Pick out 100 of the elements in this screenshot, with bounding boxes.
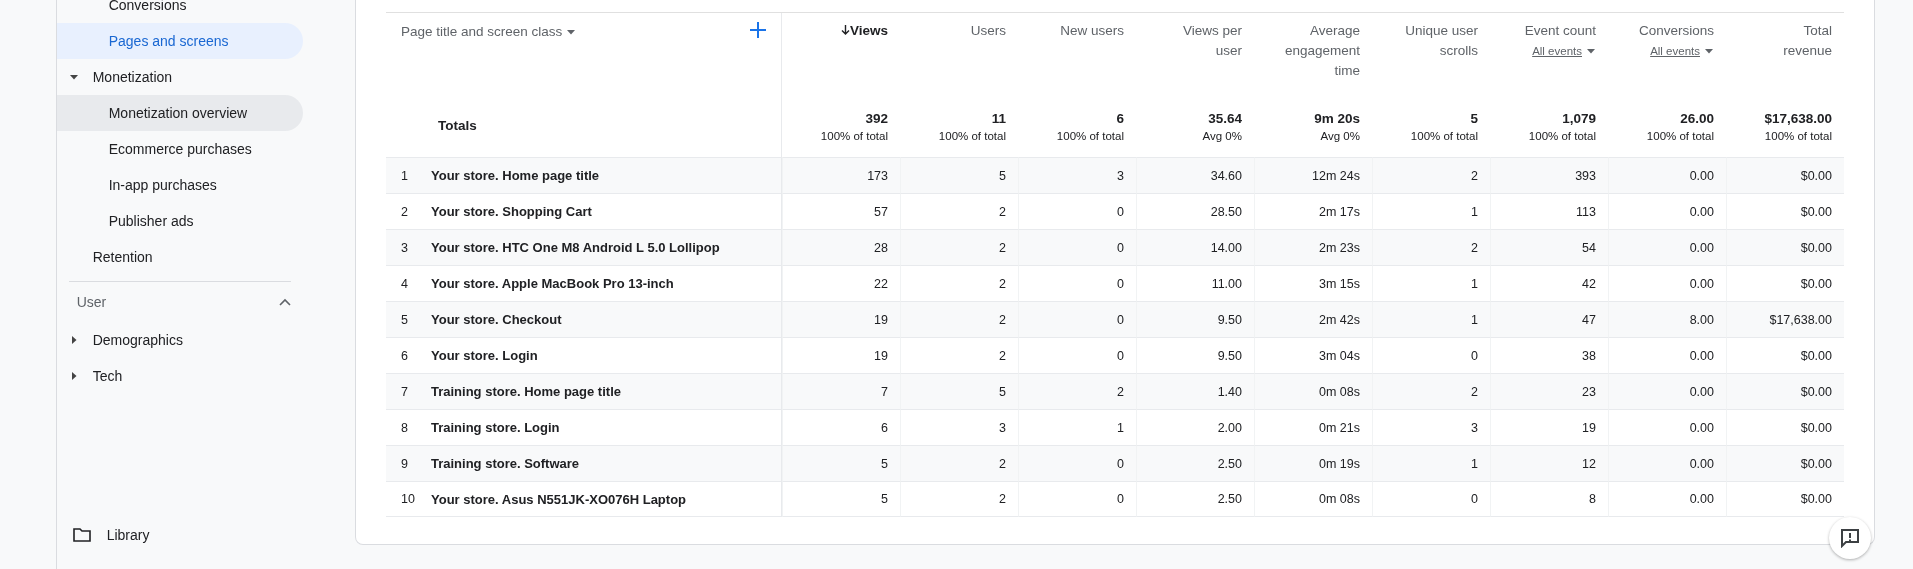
table-cell: 19 — [782, 301, 900, 337]
total-value: $17,638.00 — [1764, 110, 1832, 128]
nav-item[interactable]: In-app purchases — [56, 167, 303, 203]
nav-item[interactable]: Pages and screens — [56, 23, 303, 59]
table-cell: 23 — [1490, 373, 1608, 409]
table-cell: 5 — [782, 481, 900, 517]
table-cell: $0.00 — [1726, 373, 1844, 409]
table-cell: 0 — [1372, 481, 1490, 517]
row-number: 5 — [386, 301, 431, 337]
table-cell: 0.00 — [1608, 373, 1726, 409]
nav-item[interactable]: Monetization overview — [56, 95, 303, 131]
total-value: 6 — [1116, 110, 1124, 128]
events-filter[interactable]: All events — [1650, 41, 1714, 61]
caret-down-icon — [68, 72, 79, 82]
total-note: 100% of total — [1764, 130, 1832, 142]
table-cell: 2 — [900, 445, 1018, 481]
nav-item[interactable]: Publisher ads — [56, 203, 303, 239]
table-cell: 14.00 — [1136, 229, 1254, 265]
table-cell: 0.00 — [1608, 229, 1726, 265]
column-header[interactable]: New users — [1060, 21, 1124, 41]
column-header[interactable]: Unique user scrolls — [1398, 21, 1478, 61]
table-cell: Your store. Asus N551JK-XO076H Laptop — [431, 481, 782, 517]
row-number: 3 — [386, 229, 431, 265]
table-cell: 2m 42s — [1254, 301, 1372, 337]
table-cell: 8 — [1490, 481, 1608, 517]
folder-icon — [72, 528, 91, 542]
column-header[interactable]: Conversions — [1638, 21, 1714, 41]
table-cell: Training store. Software — [431, 445, 782, 481]
table-cell: 5 — [900, 157, 1018, 193]
total-note: 100% of total — [1410, 130, 1478, 142]
total-value: 26.00 — [1680, 110, 1714, 128]
nav-item[interactable]: Conversions — [56, 0, 303, 23]
table-cell: 9.50 — [1136, 301, 1254, 337]
table-cell: 3 — [1018, 157, 1136, 193]
table-cell: 0m 08s — [1254, 373, 1372, 409]
dimension-selector[interactable]: Page title and screen class — [401, 21, 577, 42]
table-cell: 2 — [900, 481, 1018, 517]
table-cell: 7 — [782, 373, 900, 409]
caret-down-icon — [1586, 46, 1596, 56]
table-cell: 173 — [782, 157, 900, 193]
column-header[interactable]: Average engagement time — [1280, 21, 1360, 81]
table-cell: Your store. HTC One M8 Android L 5.0 Lollipop — [431, 229, 782, 265]
table-cell: 2 — [900, 229, 1018, 265]
table-cell: 2 — [1372, 229, 1490, 265]
feedback-button[interactable] — [1829, 517, 1871, 559]
table-cell: $0.00 — [1726, 229, 1844, 265]
table-cell: 1.40 — [1136, 373, 1254, 409]
caret-down-icon — [1704, 46, 1714, 56]
column-header[interactable]: Event count — [1524, 21, 1596, 41]
table-cell: Your store. Checkout — [431, 301, 782, 337]
events-filter[interactable]: All events — [1532, 41, 1596, 61]
nav-item[interactable]: Retention — [56, 239, 303, 275]
column-header[interactable]: Views — [840, 21, 888, 41]
total-value: 11 — [991, 110, 1006, 128]
total-note: 100% of total — [1528, 130, 1596, 142]
table-cell: 0.00 — [1608, 445, 1726, 481]
table-cell: 34.60 — [1136, 157, 1254, 193]
column-header[interactable]: Total revenue — [1752, 21, 1832, 61]
table-cell: 28 — [782, 229, 900, 265]
column-header[interactable]: Views per user — [1162, 21, 1242, 61]
column-header[interactable]: Users — [970, 21, 1006, 41]
section-title: User — [76, 294, 107, 310]
table-cell: 1 — [1372, 445, 1490, 481]
table-cell: $0.00 — [1726, 445, 1844, 481]
table-cell: 2.50 — [1136, 445, 1254, 481]
feedback-icon — [1840, 528, 1860, 548]
nav-item[interactable]: Ecommerce purchases — [56, 131, 303, 167]
table-cell: 393 — [1490, 157, 1608, 193]
row-number: 1 — [386, 157, 431, 193]
table-cell: 54 — [1490, 229, 1608, 265]
table-cell: $17,638.00 — [1726, 301, 1844, 337]
table-cell: 0.00 — [1608, 157, 1726, 193]
table-cell: 0.00 — [1608, 481, 1726, 517]
library-link[interactable]: Library — [56, 517, 355, 553]
total-value: 5 — [1470, 110, 1478, 128]
row-number: 10 — [386, 481, 431, 517]
table-cell: 8.00 — [1608, 301, 1726, 337]
chevron-up-icon[interactable] — [278, 298, 291, 306]
table-cell: Your store. Home page title — [431, 157, 782, 193]
table-cell: 0m 08s — [1254, 481, 1372, 517]
table-cell: 2m 23s — [1254, 229, 1372, 265]
nav-group[interactable]: Demographics — [56, 322, 303, 358]
total-note: 100% of total — [1056, 130, 1124, 142]
table-cell: 0 — [1018, 445, 1136, 481]
table-cell: 12m 24s — [1254, 157, 1372, 193]
table-cell: Training store. Home page title — [431, 373, 782, 409]
table-cell: 5 — [782, 445, 900, 481]
table-cell: 2 — [1018, 373, 1136, 409]
total-value: 9m 20s — [1314, 110, 1360, 128]
total-note: Avg 0% — [1320, 130, 1360, 142]
table-cell: $0.00 — [1726, 157, 1844, 193]
nav-group[interactable]: Tech — [56, 358, 303, 394]
table-cell: 12 — [1490, 445, 1608, 481]
table-cell: 0m 19s — [1254, 445, 1372, 481]
table-cell: 2 — [1372, 373, 1490, 409]
row-number: 9 — [386, 445, 431, 481]
nav-group[interactable]: Monetization — [56, 59, 303, 95]
add-icon[interactable] — [749, 21, 767, 39]
total-value: 392 — [865, 110, 888, 128]
table-cell: 1 — [1372, 301, 1490, 337]
